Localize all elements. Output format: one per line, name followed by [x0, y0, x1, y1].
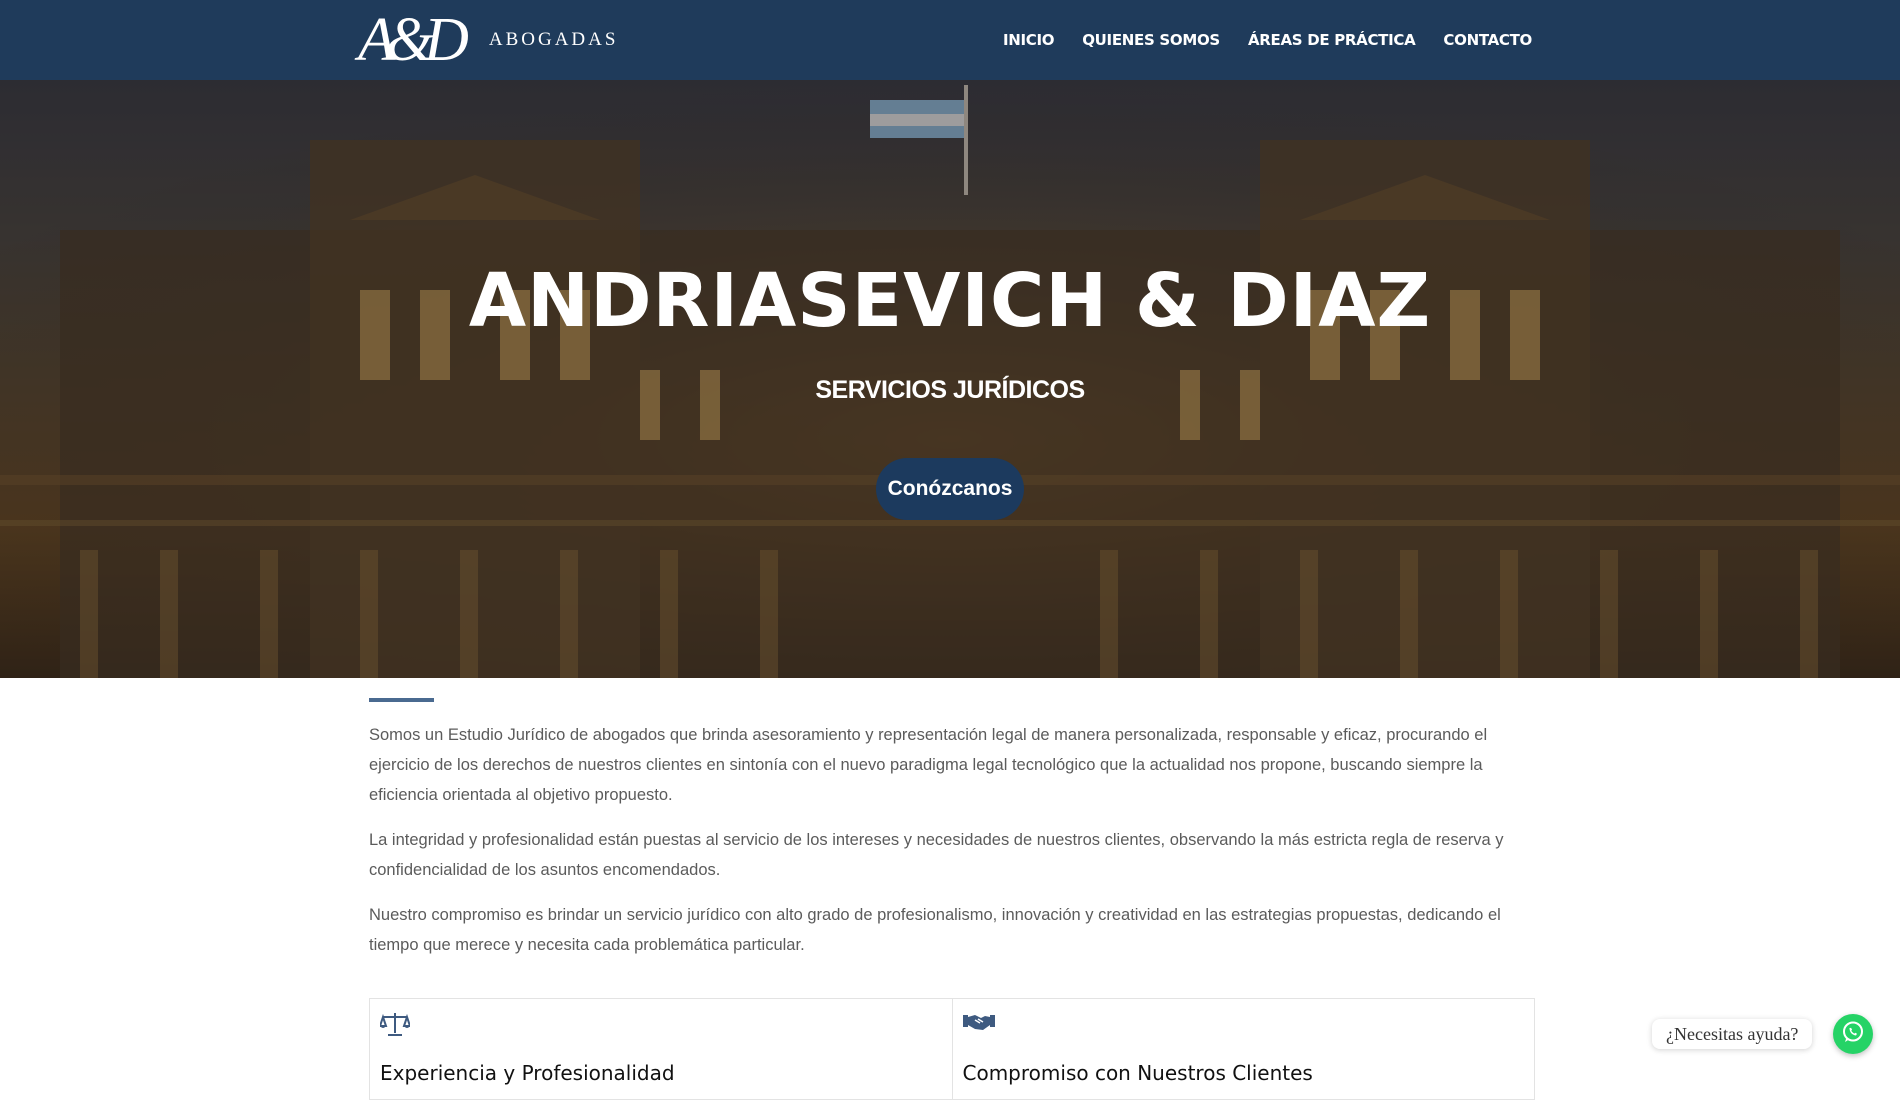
whatsapp-icon — [1841, 1020, 1865, 1049]
conozcanos-button[interactable]: Conózcanos — [876, 458, 1024, 520]
feature-card-compromiso: Compromiso con Nuestros Clientes — [953, 999, 1535, 1099]
whatsapp-help-label[interactable]: ¿Necesitas ayuda? — [1652, 1019, 1813, 1049]
site-logo[interactable]: A&D ABOGADAS — [358, 6, 615, 74]
hero-section: ANDRIASEVICH & DIAZ SERVICIOS JURÍDICOS … — [0, 80, 1900, 678]
scales-icon — [378, 1011, 412, 1042]
nav-contacto[interactable]: CONTACTO — [1443, 31, 1532, 49]
about-text: Somos un Estudio Jurídico de abogados qu… — [369, 720, 1534, 975]
nav-areas-de-practica[interactable]: ÁREAS DE PRÁCTICA — [1248, 31, 1416, 49]
hero-subtitle: SERVICIOS JURÍDICOS — [815, 376, 1085, 404]
whatsapp-button[interactable] — [1833, 1014, 1873, 1054]
hero-title: ANDRIASEVICH & DIAZ — [468, 258, 1432, 344]
card-title: Compromiso con Nuestros Clientes — [962, 1061, 1313, 1085]
about-paragraph: La integridad y profesionalidad están pu… — [369, 831, 1504, 879]
logo-text: ABOGADAS — [488, 29, 619, 50]
nav-inicio[interactable]: INICIO — [1003, 31, 1055, 49]
card-title: Experiencia y Profesionalidad — [380, 1061, 675, 1085]
about-paragraph: Somos un Estudio Jurídico de abogados qu… — [369, 726, 1488, 804]
main-nav: INICIO QUIENES SOMOS ÁREAS DE PRÁCTICA C… — [1003, 0, 1532, 80]
handshake-icon — [962, 1011, 995, 1038]
logo-mark: A&D — [358, 6, 469, 74]
about-paragraph: Nuestro compromiso es brindar un servici… — [369, 906, 1501, 954]
feature-card-experiencia: Experiencia y Profesionalidad — [370, 999, 953, 1099]
nav-quienes-somos[interactable]: QUIENES SOMOS — [1082, 31, 1220, 49]
feature-cards: Experiencia y Profesionalidad Compromiso… — [369, 998, 1535, 1100]
site-header: A&D ABOGADAS INICIO QUIENES SOMOS ÁREAS … — [0, 0, 1900, 80]
section-divider — [369, 698, 434, 702]
